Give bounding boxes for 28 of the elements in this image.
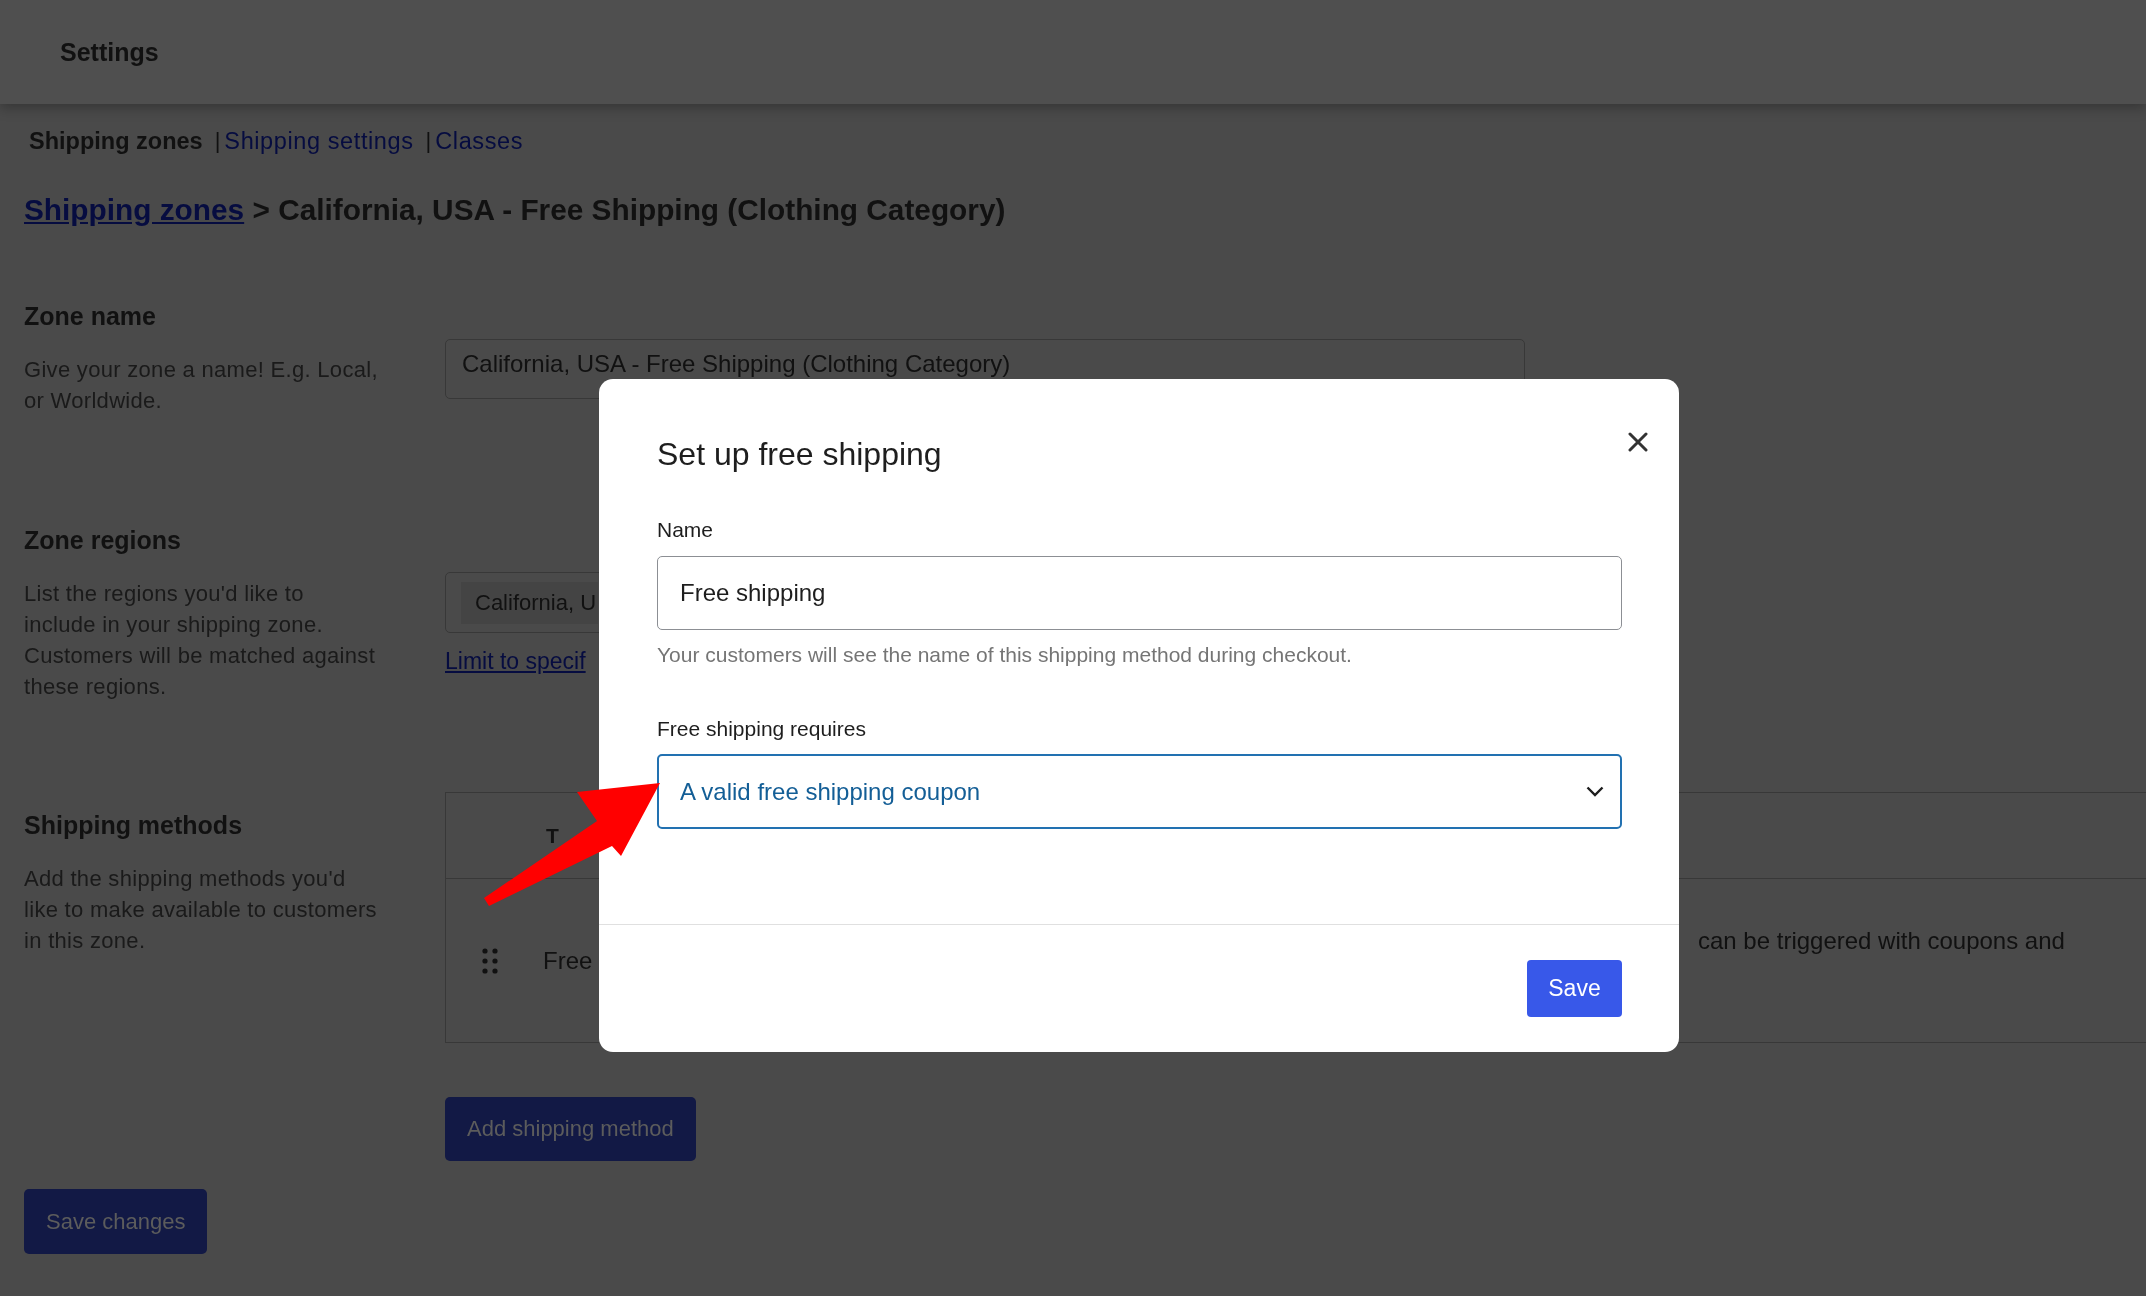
chevron-down-icon [1586,786,1604,797]
name-field[interactable]: Free shipping [657,556,1622,630]
limit-link[interactable]: Limit to specif [445,646,586,676]
modal-title: Set up free shipping [657,435,942,474]
close-button[interactable] [1628,432,1648,452]
breadcrumb-link[interactable]: Shipping zones [24,193,245,226]
method-description: can be triggered with coupons and [1698,926,2066,956]
save-button[interactable]: Save [1527,960,1622,1017]
help-text: Your customers will see the name of this shipping method during checkout. [657,642,1353,668]
tab-separator: | [425,128,432,154]
page-title: Shipping zones > California, USA - Free Shipping (Clothing Category) [24,192,1007,228]
drag-handle-icon[interactable] [482,947,498,974]
tab-separator: | [214,128,221,154]
close-icon [1628,432,1648,452]
field-label: Free shipping requires [657,716,867,742]
section-heading: Zone regions [24,525,182,556]
requirement-select[interactable]: A valid free shipping coupon [657,754,1622,829]
save-changes-button[interactable]: Save changes [24,1189,208,1254]
header-title: Settings [60,37,159,67]
column-header: T [545,823,560,848]
method-title: Free [543,946,594,975]
section-heading: Zone name [24,301,157,332]
settings-tab[interactable]: Shipping zones [29,127,203,155]
field-label: Name [657,517,715,543]
settings-tab[interactable]: Shipping settings [224,127,414,155]
settings-tab[interactable]: Classes [435,127,524,155]
add-method-button[interactable]: Add shipping method [445,1097,696,1161]
section-heading: Shipping methods [24,810,244,841]
